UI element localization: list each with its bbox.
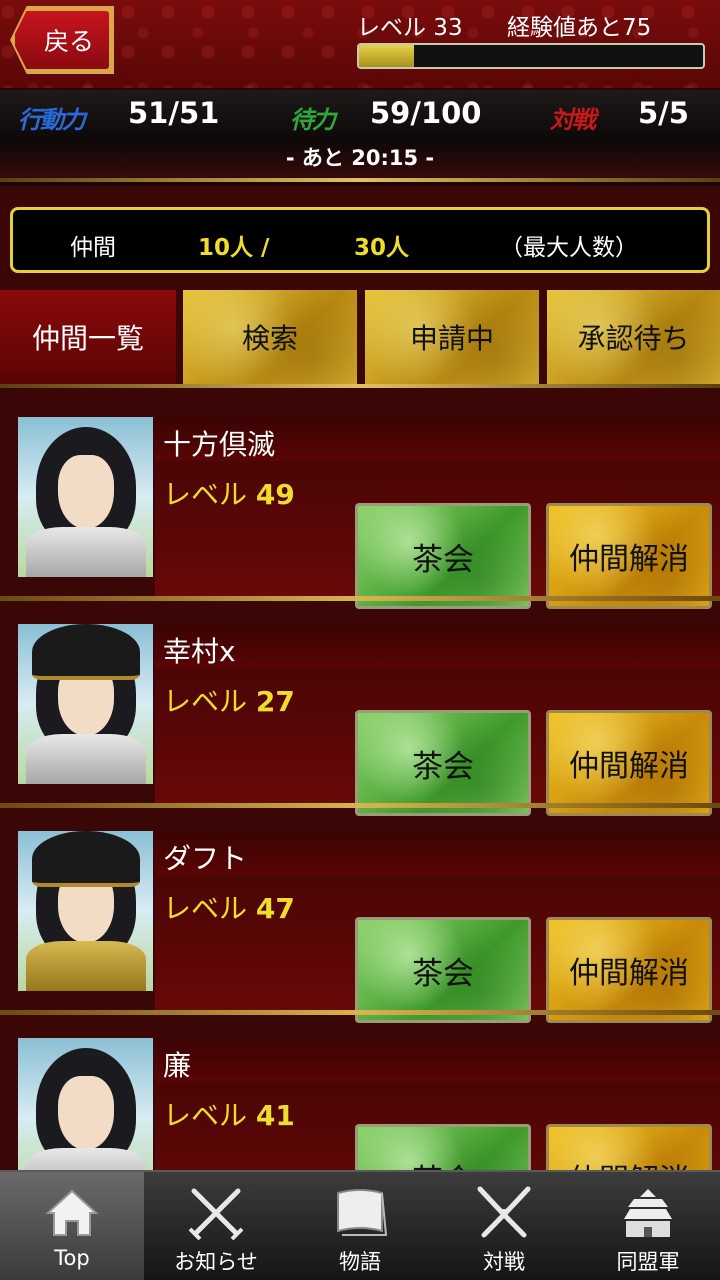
friends-count-label: 仲間 — [70, 235, 116, 261]
friends-count-current: 10人 / — [198, 235, 270, 261]
avatar[interactable] — [18, 417, 153, 577]
list-item: 幸村x レベル 27 茶会 仲間解消 — [0, 624, 720, 824]
battle-icon — [432, 1182, 576, 1244]
crossed-swords-icon — [144, 1182, 288, 1244]
friend-name[interactable]: 十方倶滅 — [163, 423, 275, 463]
row-divider — [0, 596, 720, 601]
list-item: 廉 レベル 41 茶会 仲間解消 — [0, 1038, 720, 1170]
nav-news[interactable]: お知らせ — [144, 1172, 288, 1280]
remove-friend-button[interactable]: 仲間解消 — [546, 503, 712, 609]
back-button[interactable]: 戻る — [12, 8, 112, 72]
bottom-nav: Top お知らせ 物語 対戦 同盟軍 — [0, 1170, 720, 1280]
avatar[interactable] — [18, 831, 153, 991]
wait-power-value: 59/100 — [370, 96, 482, 130]
recovery-timer: - あと 20:15 - — [285, 146, 435, 170]
tea-party-button[interactable]: 茶会 — [355, 710, 531, 816]
row-name-bar — [155, 1038, 720, 1082]
list-item: 十方倶滅 レベル 49 茶会 仲間解消 — [0, 417, 720, 617]
home-icon — [0, 1182, 144, 1244]
row-divider — [0, 803, 720, 808]
nav-label: Top — [54, 1246, 90, 1270]
friend-name[interactable]: ダフト — [163, 837, 247, 877]
friend-level: レベル 47 — [163, 892, 295, 925]
nav-top[interactable]: Top — [0, 1172, 144, 1280]
nav-label: 対戦 — [483, 1250, 525, 1274]
remove-friend-button[interactable]: 仲間解消 — [546, 1124, 712, 1170]
action-power-icon: 行動力 — [18, 106, 86, 134]
divider — [0, 384, 720, 388]
tab-friends-list[interactable]: 仲間一覧 — [0, 290, 176, 384]
friend-level: レベル 41 — [163, 1099, 295, 1132]
tea-party-button[interactable]: 茶会 — [355, 917, 531, 1023]
nav-label: 同盟軍 — [616, 1250, 680, 1274]
nav-label: 物語 — [339, 1250, 381, 1274]
battle-value: 5/5 — [638, 96, 689, 130]
row-divider — [0, 1010, 720, 1015]
exp-remaining: 経験値あと75 — [507, 15, 652, 41]
tab-pending[interactable]: 申請中 — [365, 290, 539, 384]
friend-level: レベル 27 — [163, 685, 295, 718]
tab-search[interactable]: 検索 — [183, 290, 357, 384]
list-item: ダフト レベル 47 茶会 仲間解消 — [0, 831, 720, 1031]
friend-name[interactable]: 廉 — [163, 1044, 191, 1084]
player-level: レベル 33 — [357, 15, 463, 41]
castle-icon — [576, 1182, 720, 1244]
nav-alliance[interactable]: 同盟軍 — [576, 1172, 720, 1280]
friend-name[interactable]: 幸村x — [163, 630, 236, 670]
nav-battle[interactable]: 対戦 — [432, 1172, 576, 1280]
tab-awaiting-approval[interactable]: 承認待ち — [547, 290, 720, 384]
avatar[interactable] — [18, 1038, 153, 1170]
friends-list: 十方倶滅 レベル 49 茶会 仲間解消 幸村x レベル 27 茶会 仲間解消 ダ… — [0, 390, 720, 1170]
battle-icon: 対戦 — [550, 106, 596, 134]
scroll-icon — [288, 1182, 432, 1244]
action-power-value: 51/51 — [128, 96, 220, 130]
tea-party-button[interactable]: 茶会 — [355, 1124, 531, 1170]
nav-label: お知らせ — [174, 1250, 258, 1274]
friend-level: レベル 49 — [163, 478, 295, 511]
exp-progress-fill — [359, 45, 415, 67]
friends-count-max: 30人 — [354, 235, 410, 261]
friends-count-note: （最大人数） — [500, 235, 638, 261]
exp-progress-bar — [357, 43, 705, 69]
divider — [0, 178, 720, 182]
wait-power-icon: 待力 — [290, 106, 336, 134]
remove-friend-button[interactable]: 仲間解消 — [546, 710, 712, 816]
nav-story[interactable]: 物語 — [288, 1172, 432, 1280]
tea-party-button[interactable]: 茶会 — [355, 503, 531, 609]
remove-friend-button[interactable]: 仲間解消 — [546, 917, 712, 1023]
avatar[interactable] — [18, 624, 153, 784]
row-name-bar — [155, 624, 720, 668]
